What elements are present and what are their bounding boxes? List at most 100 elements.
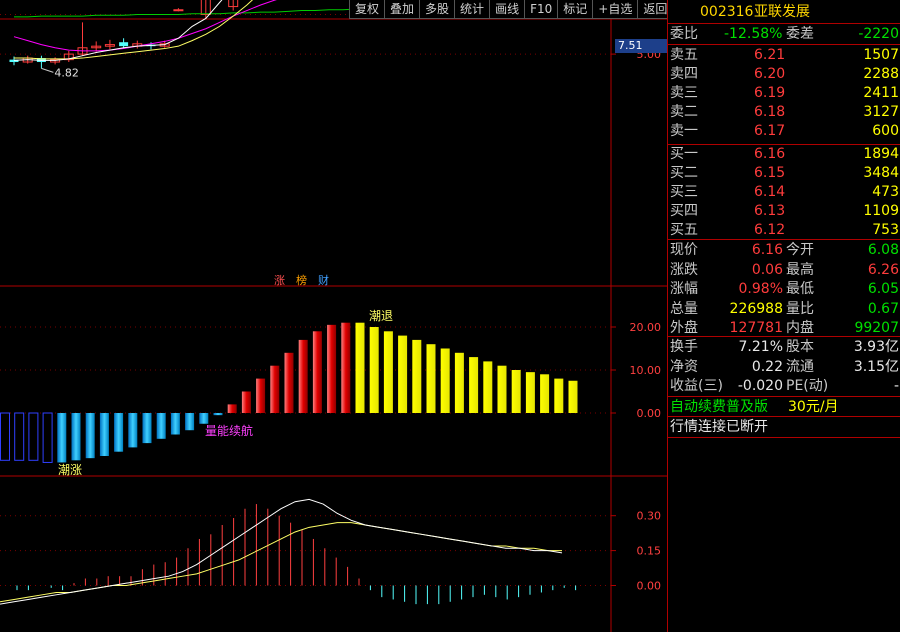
osc-bar xyxy=(213,413,223,416)
osc-bar xyxy=(312,331,322,413)
toolbar-button-6[interactable]: 标记 xyxy=(557,0,593,19)
osc-bar xyxy=(483,361,493,413)
weichai-label: 委差 xyxy=(786,26,814,42)
osc-bar xyxy=(497,365,507,413)
toolbar-button-1[interactable]: 叠加 xyxy=(384,0,420,19)
weibi-row: 委比 -12.58% 委差 -2220 xyxy=(668,24,900,44)
weibi-label: 委比 xyxy=(670,26,698,42)
osc-bar xyxy=(114,413,124,452)
chart-area[interactable]: 7.507.006.506.005.505.007.714.82涨榜财20.00… xyxy=(0,0,667,632)
stat-label: 净资 xyxy=(670,358,698,375)
event-tag: 涨 xyxy=(274,274,285,287)
toolbar-button-2[interactable]: 多股 xyxy=(419,0,455,19)
osc-bar xyxy=(14,412,25,461)
osc-bar xyxy=(270,365,280,413)
osc-bar xyxy=(199,413,209,424)
macd-dif-line xyxy=(0,498,563,605)
toolbar-button-0[interactable]: 复权 xyxy=(349,0,385,19)
sell-price: 6.18 xyxy=(754,104,786,120)
osc-bar xyxy=(71,413,81,461)
sell-volume: 3127 xyxy=(863,104,899,120)
quote-value: 0.67 xyxy=(867,300,899,317)
sell-label: 卖二 xyxy=(670,104,698,120)
osc-axis-label: 20.00 xyxy=(630,321,662,334)
osc-bar xyxy=(341,322,351,413)
osc-bar xyxy=(85,413,95,459)
buy-price: 6.14 xyxy=(754,184,786,200)
osc-bar xyxy=(525,372,535,413)
stat-value: -0.020 xyxy=(737,378,783,394)
osc-bar xyxy=(298,339,308,413)
ad-row[interactable]: 自动续费普及版 30元/月 xyxy=(668,397,900,417)
stat-value: - xyxy=(893,378,899,394)
weibi-value: -12.58% xyxy=(724,26,783,42)
low-marker-label: 4.82 xyxy=(54,66,79,79)
osc-bar xyxy=(355,322,365,413)
buy-price: 6.15 xyxy=(754,165,786,181)
quote-value: 127781 xyxy=(729,320,783,336)
osc-bar xyxy=(568,380,578,413)
osc-bar xyxy=(128,413,138,448)
connection-status: 行情连接已断开 xyxy=(670,419,768,435)
osc-bar xyxy=(170,413,180,435)
osc-bar xyxy=(185,413,195,431)
quote-value: 6.05 xyxy=(867,281,899,297)
stat-label: 股本 xyxy=(786,339,814,355)
quote-value: 6.26 xyxy=(867,261,899,278)
stat-value: 3.93亿 xyxy=(853,339,899,355)
last-price-tag: 7.51 xyxy=(615,39,667,53)
candle-body xyxy=(173,9,184,12)
toolbar-button-3[interactable]: 统计 xyxy=(454,0,490,19)
osc-bar xyxy=(383,331,393,413)
buy-volume: 753 xyxy=(872,222,899,238)
osc-bar xyxy=(142,413,152,444)
quote-value: 226988 xyxy=(729,300,783,317)
event-tag: 榜 xyxy=(296,273,307,287)
sell-price: 6.21 xyxy=(754,47,786,63)
sell-volume: 600 xyxy=(872,123,899,139)
osc-bar xyxy=(284,352,294,413)
quote-label: 涨跌 xyxy=(670,261,698,278)
stat-label: 收益(三) xyxy=(670,378,723,394)
sell-label: 卖四 xyxy=(670,66,698,82)
osc-bar xyxy=(327,324,337,413)
toolbar-button-7[interactable]: +自选 xyxy=(592,0,638,19)
sell-price: 6.19 xyxy=(754,85,786,101)
sell-row: 卖五 6.21 1507 xyxy=(668,45,900,65)
stock-code: 002316 xyxy=(700,4,754,20)
osc-bar xyxy=(454,352,464,413)
osc-bar xyxy=(241,391,251,413)
buy-row: 买一 6.16 1894 xyxy=(668,144,900,164)
sell-row: 卖四 6.20 2288 xyxy=(668,64,900,84)
osc-label-top: 潮退 xyxy=(369,308,393,323)
sell-volume: 2288 xyxy=(863,66,899,82)
osc-axis-label: 10.00 xyxy=(630,364,662,377)
buy-price: 6.16 xyxy=(754,146,786,162)
buy-price: 6.12 xyxy=(754,222,786,238)
quote-row: 外盘 127781 内盘 99207 xyxy=(668,318,900,338)
quote-value: 6.16 xyxy=(751,242,783,258)
buy-volume: 1894 xyxy=(863,146,899,162)
stat-label: 换手 xyxy=(670,339,698,355)
stat-value: 3.15亿 xyxy=(853,358,899,375)
quote-row: 现价 6.16 今开 6.08 xyxy=(668,240,900,260)
osc-bar xyxy=(412,339,422,413)
osc-bar xyxy=(426,344,436,413)
candle-body xyxy=(119,42,129,47)
sell-price: 6.17 xyxy=(754,123,786,139)
quote-label: 内盘 xyxy=(786,320,814,336)
sell-volume: 1507 xyxy=(863,47,899,63)
sell-price: 6.20 xyxy=(754,66,786,82)
osc-bar xyxy=(398,335,408,413)
osc-bar xyxy=(42,412,53,463)
quote-value: 99207 xyxy=(854,320,899,336)
quote-label: 总量 xyxy=(670,300,698,317)
toolbar-button-4[interactable]: 画线 xyxy=(489,0,525,19)
toolbar-button-5[interactable]: F10 xyxy=(524,0,558,19)
buy-volume: 3484 xyxy=(863,165,899,181)
weichai-value: -2220 xyxy=(858,26,899,42)
stock-name: 亚联发展 xyxy=(754,4,810,20)
ad-link[interactable]: 自动续费普及版 xyxy=(670,397,768,417)
osc-axis-label: 0.00 xyxy=(637,407,662,420)
buy-volume: 1109 xyxy=(863,203,899,219)
